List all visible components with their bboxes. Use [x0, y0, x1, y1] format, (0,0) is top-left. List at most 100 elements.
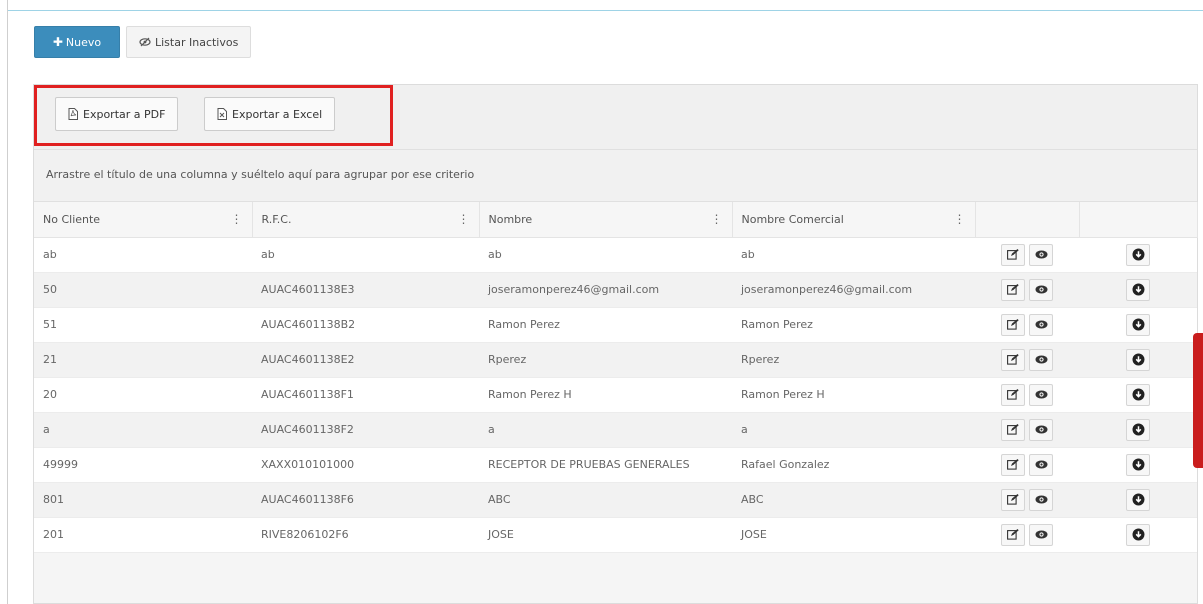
table-header-row: No Cliente ⋮ R.F.C. ⋮ Nombre ⋮ Nombre Comer… — [34, 202, 1198, 238]
column-header-rfc[interactable]: R.F.C. ⋮ — [252, 202, 480, 238]
circle-arrow-down-icon[interactable] — [1126, 418, 1150, 441]
eye-icon[interactable] — [1029, 453, 1053, 476]
cell-rfc: AUAC4601138F2 — [252, 412, 479, 448]
cell-actions — [975, 342, 1079, 378]
cell-rfc: AUAC4601138E2 — [252, 342, 479, 378]
edit-icon[interactable] — [1001, 488, 1025, 511]
column-menu-icon[interactable]: ⋮ — [954, 212, 966, 226]
eye-slash-icon — [139, 37, 151, 47]
eye-icon[interactable] — [1029, 313, 1053, 336]
circle-arrow-down-icon[interactable] — [1126, 243, 1150, 266]
cell-nombre: ABC — [479, 482, 732, 518]
column-menu-icon[interactable]: ⋮ — [458, 212, 470, 226]
cell-actions — [975, 307, 1079, 343]
cell-nombre-comercial: a — [732, 412, 975, 448]
new-button[interactable]: ✚ Nuevo — [34, 26, 120, 58]
cell-actions — [975, 447, 1079, 483]
cell-nombre-comercial: JOSE — [732, 517, 975, 553]
cell-actions — [975, 237, 1079, 273]
eye-icon[interactable] — [1029, 523, 1053, 546]
top-toolbar: ✚ Nuevo Listar Inactivos — [34, 26, 252, 58]
cell-no-cliente: 20 — [34, 377, 252, 413]
cell-no-cliente: 49999 — [34, 447, 252, 483]
edit-icon[interactable] — [1001, 383, 1025, 406]
cell-nombre-comercial: ab — [732, 237, 975, 273]
circle-arrow-down-icon[interactable] — [1126, 348, 1150, 371]
export-highlight-box — [34, 85, 393, 146]
eye-icon[interactable] — [1029, 488, 1053, 511]
cell-nombre: joseramonperez46@gmail.com — [479, 272, 732, 308]
cell-status — [1079, 307, 1197, 343]
cell-actions — [975, 412, 1079, 448]
cell-no-cliente: 201 — [34, 517, 252, 553]
table-row[interactable]: 50 AUAC4601138E3 joseramonperez46@gmail.co… — [34, 272, 1197, 308]
cell-no-cliente: 51 — [34, 307, 252, 343]
edit-icon[interactable] — [1001, 348, 1025, 371]
circle-arrow-down-icon[interactable] — [1126, 313, 1150, 336]
list-inactive-button[interactable]: Listar Inactivos — [126, 26, 252, 58]
export-toolbar: Exportar a PDF Exportar a Excel — [34, 85, 1197, 149]
eye-icon[interactable] — [1029, 383, 1053, 406]
eye-icon[interactable] — [1029, 243, 1053, 266]
group-drop-area[interactable]: Arrastre el título de una columna y suél… — [34, 149, 1197, 202]
new-button-label: Nuevo — [65, 35, 102, 49]
circle-arrow-down-icon[interactable] — [1126, 383, 1150, 406]
eye-icon[interactable] — [1029, 418, 1053, 441]
edit-icon[interactable] — [1001, 453, 1025, 476]
edit-icon[interactable] — [1001, 523, 1025, 546]
cell-no-cliente: a — [34, 412, 252, 448]
table-row[interactable]: 801 AUAC4601138F6 ABC ABC — [34, 482, 1197, 518]
column-header-actions — [975, 202, 1080, 238]
circle-arrow-down-icon[interactable] — [1126, 453, 1150, 476]
eye-icon[interactable] — [1029, 278, 1053, 301]
list-inactive-label: Listar Inactivos — [155, 35, 239, 49]
cell-nombre-comercial: Ramon Perez — [732, 307, 975, 343]
edit-icon[interactable] — [1001, 278, 1025, 301]
cell-nombre: ab — [479, 237, 732, 273]
edit-icon[interactable] — [1001, 243, 1025, 266]
cell-actions — [975, 482, 1079, 518]
column-menu-icon[interactable]: ⋮ — [711, 212, 723, 226]
side-tab[interactable] — [1193, 333, 1203, 468]
edit-icon[interactable] — [1001, 418, 1025, 441]
cell-status — [1079, 517, 1197, 553]
table-row[interactable]: 201 RIVE8206102F6 JOSE JOSE — [34, 517, 1197, 553]
cell-rfc: AUAC4601138F6 — [252, 482, 479, 518]
cell-nombre: Rperez — [479, 342, 732, 378]
cell-nombre-comercial: joseramonperez46@gmail.com — [732, 272, 975, 308]
cell-rfc: ab — [252, 237, 479, 273]
left-border — [7, 0, 8, 604]
column-header-status — [1079, 202, 1198, 238]
column-header-nombre-comercial[interactable]: Nombre Comercial ⋮ — [732, 202, 976, 238]
edit-icon[interactable] — [1001, 313, 1025, 336]
cell-status — [1079, 377, 1197, 413]
eye-icon[interactable] — [1029, 348, 1053, 371]
cell-no-cliente: 21 — [34, 342, 252, 378]
column-header-no-cliente[interactable]: No Cliente ⋮ — [34, 202, 253, 238]
cell-no-cliente: ab — [34, 237, 252, 273]
column-header-nombre[interactable]: Nombre ⋮ — [479, 202, 733, 238]
table-row[interactable]: 21 AUAC4601138E2 Rperez Rperez — [34, 342, 1197, 378]
circle-arrow-down-icon[interactable] — [1126, 278, 1150, 301]
cell-no-cliente: 801 — [34, 482, 252, 518]
table-row[interactable]: 49999 XAXX010101000 RECEPTOR DE PRUEBAS GE… — [34, 447, 1197, 483]
cell-rfc: AUAC4601138B2 — [252, 307, 479, 343]
cell-status — [1079, 482, 1197, 518]
cell-nombre: a — [479, 412, 732, 448]
cell-nombre-comercial: Rafael Gonzalez — [732, 447, 975, 483]
cell-status — [1079, 447, 1197, 483]
column-menu-icon[interactable]: ⋮ — [231, 212, 243, 226]
cell-nombre: Ramon Perez H — [479, 377, 732, 413]
table-row[interactable]: a AUAC4601138F2 a a — [34, 412, 1197, 448]
cell-nombre-comercial: Ramon Perez H — [732, 377, 975, 413]
table-row[interactable]: ab ab ab ab — [34, 237, 1197, 273]
cell-actions — [975, 517, 1079, 553]
table-row[interactable]: 51 AUAC4601138B2 Ramon Perez Ramon Perez — [34, 307, 1197, 343]
clients-table: No Cliente ⋮ R.F.C. ⋮ Nombre ⋮ Nombre Comer… — [34, 202, 1198, 553]
cell-rfc: AUAC4601138F1 — [252, 377, 479, 413]
circle-arrow-down-icon[interactable] — [1126, 523, 1150, 546]
cell-status — [1079, 272, 1197, 308]
circle-arrow-down-icon[interactable] — [1126, 488, 1150, 511]
cell-actions — [975, 272, 1079, 308]
table-row[interactable]: 20 AUAC4601138F1 Ramon Perez H Ramon Perez … — [34, 377, 1197, 413]
